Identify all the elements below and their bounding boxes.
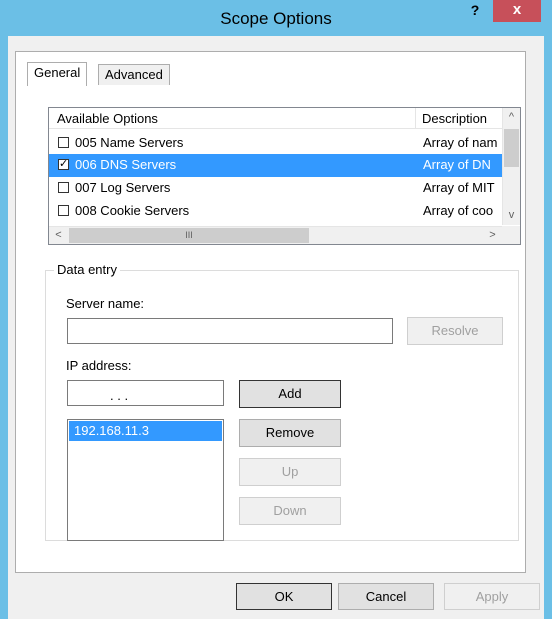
list-item[interactable]: 005 Name Servers Array of nam (49, 132, 502, 155)
column-header-description[interactable]: Description (422, 111, 502, 126)
list-item[interactable]: 192.168.11.3 (69, 421, 222, 441)
scrollbar-corner (502, 226, 520, 244)
option-description: Array of nam (423, 135, 498, 150)
ip-separators: . . . (110, 388, 129, 403)
title-bar[interactable]: Scope Options ? x (0, 0, 552, 36)
available-options-list[interactable]: Available Options Description 005 Name S… (48, 107, 521, 245)
chevron-left-icon[interactable]: < (50, 227, 67, 244)
column-divider[interactable] (415, 108, 416, 128)
resolve-button[interactable]: Resolve (407, 317, 503, 345)
chevron-up-icon[interactable]: ^ (503, 109, 520, 126)
checkbox[interactable] (58, 137, 69, 148)
option-description: Array of coo (423, 203, 494, 218)
close-button[interactable]: x (493, 0, 541, 22)
dialog-window: Scope Options ? x General Advanced Avail… (0, 0, 552, 619)
column-header-available-options[interactable]: Available Options (57, 111, 158, 126)
list-item[interactable]: 007 Log Servers Array of MIT (49, 177, 502, 200)
checkbox[interactable] (58, 205, 69, 216)
option-description: Array of DN (423, 157, 491, 172)
list-header: Available Options Description (49, 108, 502, 129)
option-name: 005 Name Servers (75, 135, 184, 150)
up-button[interactable]: Up (239, 458, 341, 486)
group-label: Data entry (54, 262, 120, 277)
chevron-right-icon[interactable]: > (484, 227, 501, 244)
option-name: 006 DNS Servers (75, 157, 177, 172)
option-description: Array of MIT (423, 180, 495, 195)
option-name: 007 Log Servers (75, 180, 171, 195)
add-button[interactable]: Add (239, 380, 341, 408)
server-name-input[interactable] (67, 318, 393, 344)
ip-address-input[interactable]: . . . (67, 380, 224, 406)
ip-address-list[interactable]: 192.168.11.3 (67, 419, 224, 541)
vertical-scrollbar[interactable]: ^ v (502, 108, 520, 225)
tab-general[interactable]: General (27, 62, 88, 86)
ok-button[interactable]: OK (236, 583, 332, 610)
apply-button[interactable]: Apply (444, 583, 540, 610)
checkbox[interactable] (58, 182, 69, 193)
checkbox-checked[interactable]: ✓ (58, 159, 69, 170)
scroll-thumb[interactable]: III (69, 228, 309, 243)
grip-icon: III (185, 230, 193, 240)
list-item[interactable]: ✓ 006 DNS Servers Array of DN (49, 154, 502, 177)
server-name-label: Server name: (66, 296, 145, 311)
ip-address-label: IP address: (66, 358, 132, 373)
chevron-down-icon[interactable]: v (503, 207, 520, 224)
option-name: 008 Cookie Servers (75, 203, 190, 218)
scroll-thumb[interactable] (504, 129, 519, 167)
tab-advanced[interactable]: Advanced (98, 64, 170, 85)
down-button[interactable]: Down (239, 497, 341, 525)
cancel-button[interactable]: Cancel (338, 583, 434, 610)
list-item[interactable]: 008 Cookie Servers Array of coo (49, 200, 502, 223)
help-button[interactable]: ? (459, 0, 491, 22)
horizontal-scrollbar[interactable]: < III > (49, 226, 502, 244)
remove-button[interactable]: Remove (239, 419, 341, 447)
